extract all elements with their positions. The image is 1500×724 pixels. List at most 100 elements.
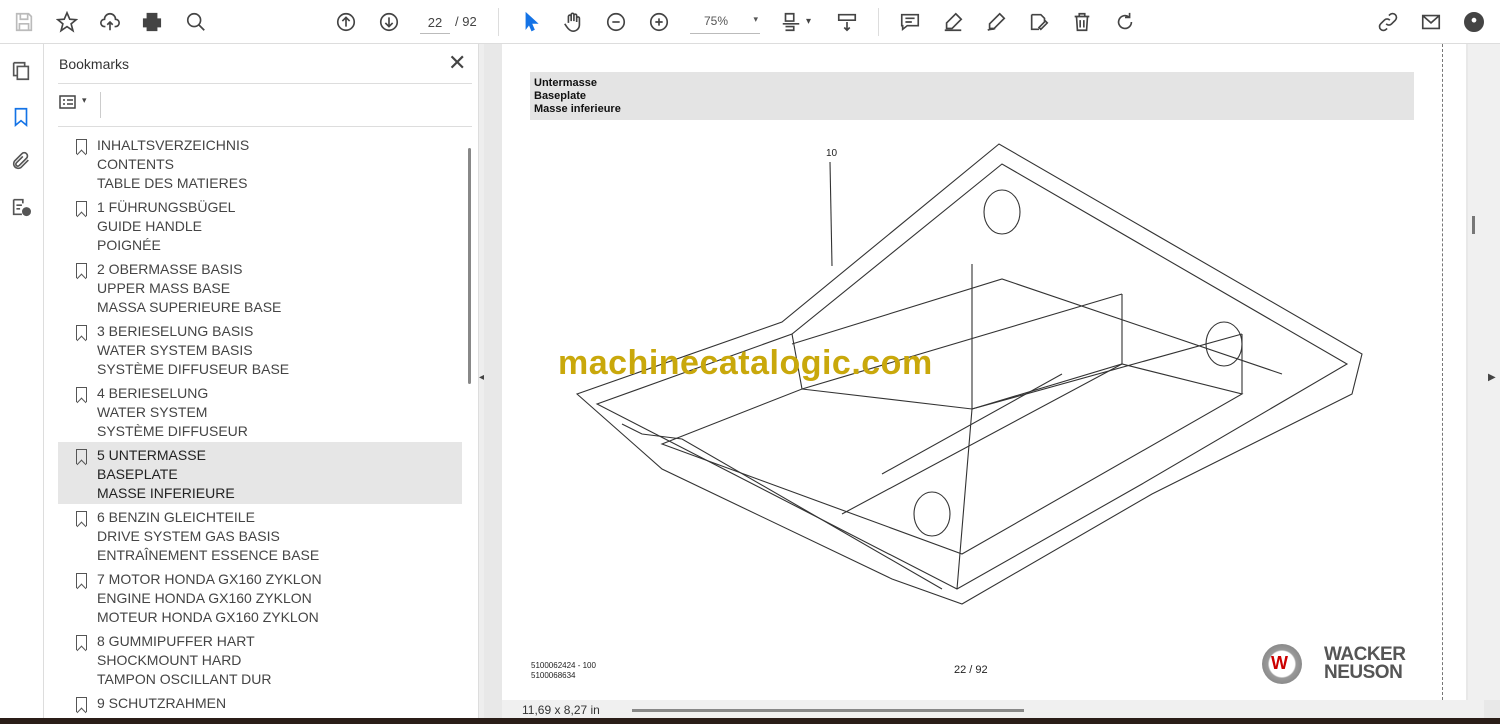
bookmark-options-button[interactable]: ▾: [58, 94, 92, 116]
bookmark-label: 2 OBERMASSE BASIS: [97, 261, 243, 277]
bookmark-icon: [76, 387, 87, 402]
part-numbers: 5100062424 - 100 5100068634: [531, 661, 596, 681]
previous-page-icon[interactable]: [332, 8, 360, 36]
page-label: 22 / 92: [954, 664, 988, 676]
bookmarks-panel: Bookmarks ✕ ▾ INHALTSVERZEICHNIS CONTENTS…: [44, 44, 478, 718]
document-properties-icon[interactable]: [10, 196, 34, 220]
star-icon[interactable]: [53, 8, 81, 36]
close-icon[interactable]: ✕: [448, 50, 466, 76]
bookmark-label: 7 MOTOR HONDA GX160 ZYKLON: [97, 571, 322, 587]
panel-scrollbar[interactable]: [468, 148, 471, 384]
bookmark-item[interactable]: 1 FÜHRUNGSBÜGEL GUIDE HANDLE POIGNÉE: [58, 194, 462, 256]
bookmark-icon: [76, 325, 87, 340]
account-icon[interactable]: [1460, 8, 1488, 36]
comment-icon[interactable]: [896, 8, 924, 36]
panel-title: Bookmarks: [59, 56, 130, 72]
bookmark-item[interactable]: 8 GUMMIPUFFER HART SHOCKMOUNT HARD TAMPON …: [58, 628, 462, 690]
delete-icon[interactable]: [1068, 8, 1096, 36]
bookmark-label: 1 FÜHRUNGSBÜGEL: [97, 199, 236, 215]
chevron-down-icon: ▾: [753, 14, 758, 24]
status-bar: 11,69 x 8,27 in: [502, 700, 1484, 718]
bookmark-label: SYSTÈME DIFFUSEUR: [97, 423, 248, 439]
hand-tool-icon[interactable]: [559, 8, 587, 36]
bookmark-label: 4 BERIESELUNG: [97, 385, 209, 401]
scroll-thumb[interactable]: [1472, 216, 1475, 234]
document-view: Untermasse Baseplate Masse inferieure 10…: [484, 44, 1500, 718]
bookmark-item[interactable]: 3 BERIESELUNG BASIS WATER SYSTEM BASIS SYS…: [58, 318, 462, 380]
bookmark-label: SHOCKMOUNT HARD: [97, 652, 242, 668]
draw-icon[interactable]: [982, 8, 1010, 36]
rotate-icon[interactable]: [1111, 8, 1139, 36]
zoom-out-icon[interactable]: [602, 8, 630, 36]
bookmark-label: DRIVE SYSTEM GAS BASIS: [97, 528, 280, 544]
vertical-scrollbar[interactable]: ▶: [1468, 44, 1500, 700]
cloud-upload-icon[interactable]: [96, 8, 124, 36]
bookmark-icon: [76, 449, 87, 464]
part-number: 5100068634: [531, 671, 576, 680]
watermark: machinecatalogic.com: [558, 344, 933, 382]
bookmark-icon: [76, 573, 87, 588]
bookmark-item[interactable]: 9 SCHUTZRAHMEN: [58, 690, 462, 714]
horizontal-scrollbar[interactable]: [632, 709, 1024, 712]
bookmark-label: CONTENTS: [97, 156, 174, 172]
bookmark-item[interactable]: 4 BERIESELUNG WATER SYSTEM SYSTÈME DIFFUSE…: [58, 380, 462, 442]
link-icon[interactable]: [1374, 8, 1402, 36]
bookmark-label: TAMPON OSCILLANT DUR: [97, 671, 272, 687]
scroll-mode-icon[interactable]: [833, 8, 861, 36]
zoom-select[interactable]: 75% ▾: [690, 12, 760, 34]
bookmark-item[interactable]: 5 UNTERMASSE BASEPLATE MASSE INFERIEURE: [58, 442, 462, 504]
bookmark-icon: [76, 201, 87, 216]
bookmark-icon: [76, 697, 87, 712]
bookmark-item[interactable]: 6 BENZIN GLEICHTEILE DRIVE SYSTEM GAS BAS…: [58, 504, 462, 566]
part-number: 5100062424 - 100: [531, 661, 596, 670]
next-page-icon[interactable]: [375, 8, 403, 36]
bookmark-label: TABLE DES MATIERES: [97, 175, 248, 191]
bookmark-label: WATER SYSTEM BASIS: [97, 342, 253, 358]
bookmark-label: BASEPLATE: [97, 466, 178, 482]
bookmark-label: 3 BERIESELUNG BASIS: [97, 323, 254, 339]
print-icon[interactable]: [138, 8, 166, 36]
edit-text-icon[interactable]: [1025, 8, 1053, 36]
bookmark-item[interactable]: 7 MOTOR HONDA GX160 ZYKLON ENGINE HONDA G…: [58, 566, 462, 628]
bookmark-list: INHALTSVERZEICHNIS CONTENTS TABLE DES MATI…: [58, 132, 462, 714]
bookmark-label: 6 BENZIN GLEICHTEILE: [97, 509, 255, 525]
bookmark-label: MASSE INFERIEURE: [97, 485, 235, 501]
save-icon[interactable]: [10, 8, 38, 36]
bookmark-item[interactable]: 2 OBERMASSE BASIS UPPER MASS BASE MASSA SU…: [58, 256, 462, 318]
bookmarks-icon[interactable]: [10, 106, 34, 130]
list-options-icon: [59, 95, 76, 109]
page-thumbnails-icon[interactable]: [10, 60, 34, 84]
zoom-in-icon[interactable]: [645, 8, 673, 36]
expand-arrow-icon[interactable]: ▶: [1488, 372, 1496, 383]
wacker-neuson-logo: W: [1262, 644, 1302, 684]
bookmark-icon: [76, 635, 87, 650]
attachments-icon[interactable]: [10, 150, 34, 174]
chevron-down-icon[interactable]: ▾: [806, 16, 811, 27]
bookmark-label: WATER SYSTEM: [97, 404, 208, 420]
bookmark-icon: [76, 263, 87, 278]
search-icon[interactable]: [182, 8, 210, 36]
page-fit-icon[interactable]: [777, 8, 805, 36]
bookmark-label: ENTRAÎNEMENT ESSENCE BASE: [97, 547, 320, 563]
toolbar: / 92 75% ▾ ▾: [0, 0, 1500, 44]
bookmark-item[interactable]: INHALTSVERZEICHNIS CONTENTS TABLE DES MATI…: [58, 132, 462, 194]
page-dimensions: 11,69 x 8,27 in: [522, 703, 600, 717]
select-tool-icon[interactable]: [517, 8, 545, 36]
bookmark-icon: [76, 511, 87, 526]
pdf-page: Untermasse Baseplate Masse inferieure 10…: [502, 44, 1466, 700]
bookmark-label: MOTEUR HONDA GX160 ZYKLON: [97, 609, 319, 625]
bookmark-label: 9 SCHUTZRAHMEN: [97, 695, 227, 711]
brand-name: WACKER NEUSON: [1324, 644, 1406, 683]
bookmark-label: SYSTÈME DIFFUSEUR BASE: [97, 361, 290, 377]
navigation-rail: [0, 44, 44, 718]
bookmark-label: POIGNÉE: [97, 237, 161, 253]
bookmark-icon: [76, 139, 87, 154]
bookmark-label: GUIDE HANDLE: [97, 218, 203, 234]
zoom-value: 75%: [704, 14, 729, 28]
page-total: / 92: [455, 14, 477, 29]
bookmark-label: INHALTSVERZEICHNIS: [97, 137, 250, 153]
bookmark-label: MASSA SUPERIEURE BASE: [97, 299, 282, 315]
page-number-input[interactable]: [420, 12, 450, 34]
highlight-icon[interactable]: [939, 8, 967, 36]
email-icon[interactable]: [1417, 8, 1445, 36]
